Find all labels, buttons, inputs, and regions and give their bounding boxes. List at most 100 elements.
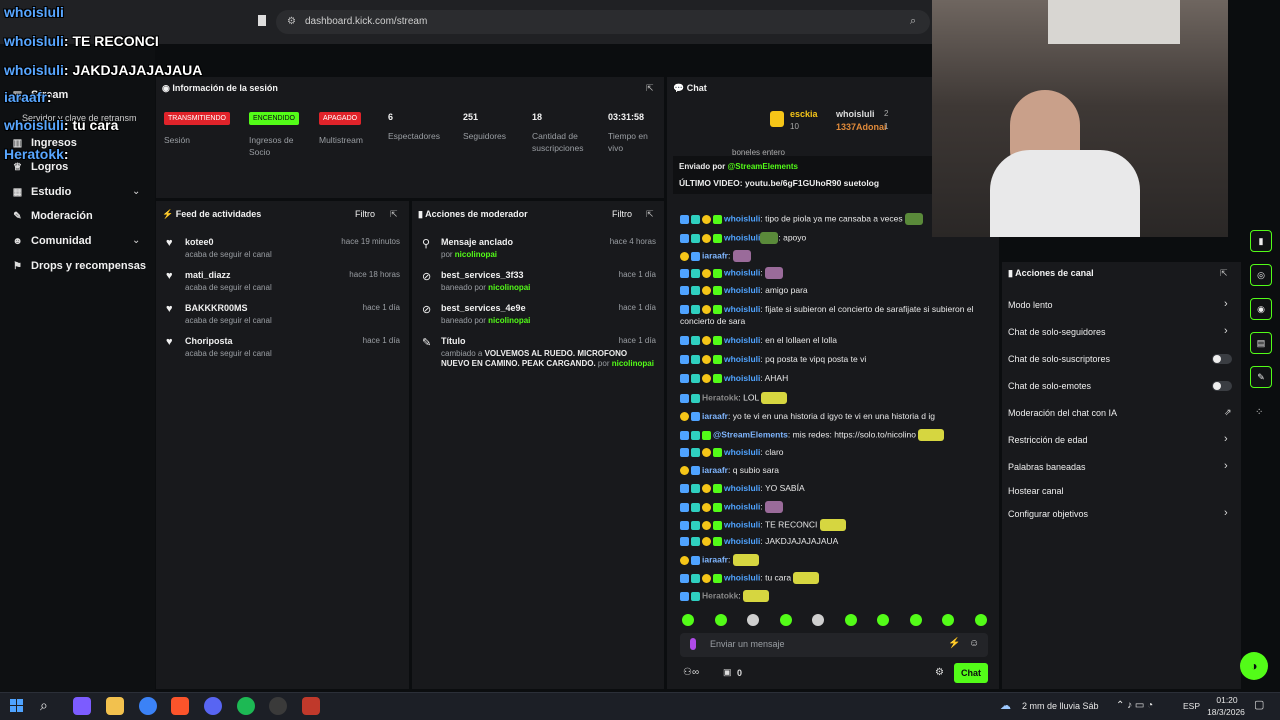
mic-icon[interactable] <box>690 638 696 650</box>
emote[interactable] <box>714 614 727 626</box>
chat-message: Heratokk: <box>680 590 980 602</box>
url-text[interactable]: dashboard.kick.com/stream <box>305 16 427 27</box>
users-icon: ☻ <box>12 235 23 247</box>
channel-action-banned-words[interactable]: Palabras baneadas <box>1008 462 1086 472</box>
search-icon[interactable]: ⌕ <box>40 697 48 714</box>
users-icon[interactable]: ⚇∞ <box>683 667 699 678</box>
mod-item-time: hace 4 horas <box>609 237 656 246</box>
clock-time[interactable]: 01:20 <box>1210 695 1244 705</box>
sidebar-item-logros[interactable]: ♕ Logros <box>12 161 68 173</box>
weather-text[interactable]: 2 mm de lluvia Sáb <box>1022 701 1099 711</box>
obs-icon[interactable] <box>269 697 287 715</box>
feed-item-name[interactable]: Choriposta <box>185 336 233 346</box>
wrench-icon[interactable]: ✎ <box>1250 366 1272 388</box>
clipboard-icon[interactable]: ▤ <box>1250 332 1272 354</box>
channel-action-age-restriction[interactable]: Restricción de edad <box>1008 435 1088 445</box>
emotes-only-toggle[interactable] <box>1212 381 1232 391</box>
external-link-icon[interactable]: ⇗ <box>1224 407 1232 418</box>
folder-icon[interactable] <box>106 697 124 715</box>
emote[interactable] <box>974 614 987 626</box>
chevron-right-icon[interactable]: › <box>1224 298 1228 310</box>
activity-feed-title: ⚡ Feed de actividades <box>162 209 262 219</box>
send-chat-button[interactable]: Chat <box>954 663 988 683</box>
chat-icon[interactable]: ◎ <box>1250 264 1272 286</box>
pinned-text: ÚLTIMO VIDEO: youtu.be/6gF1GUhoR90 sueto… <box>679 178 880 188</box>
more-icon[interactable]: ⁘ <box>1255 407 1263 418</box>
brave-icon[interactable] <box>171 697 189 715</box>
filter-button[interactable]: Filtro <box>612 209 632 219</box>
trophy-icon: ♕ <box>13 161 22 173</box>
copilot-icon[interactable] <box>73 697 91 715</box>
chevron-right-icon[interactable]: › <box>1224 433 1228 445</box>
support-icon[interactable]: ◑ <box>1240 652 1268 680</box>
emote[interactable] <box>682 614 694 626</box>
bookmark-icon[interactable] <box>258 15 266 26</box>
chat-message: whoisluli: YO SABÍA <box>680 483 980 494</box>
broadcast-icon[interactable]: ◉ <box>1250 298 1272 320</box>
mod-item-desc: cambiado a VOLVEMOS AL RUEDO. MICROFONO … <box>441 349 654 368</box>
top-user-name[interactable]: esckia <box>790 109 818 119</box>
top-user-count: 1 <box>884 122 889 131</box>
commands-icon[interactable]: ⚡ <box>948 638 960 649</box>
app-icon[interactable] <box>302 697 320 715</box>
top-user-count: 10 <box>790 122 799 131</box>
site-info-icon[interactable]: ⚙ <box>287 16 296 27</box>
discord-icon[interactable] <box>204 697 222 715</box>
chevron-right-icon[interactable]: › <box>1224 460 1228 472</box>
channel-action-followers-only[interactable]: Chat de solo-seguidores <box>1008 327 1106 337</box>
wrench-icon: ✎ <box>13 210 22 222</box>
chevron-down-icon[interactable]: ⌄ <box>132 186 140 197</box>
popout-icon[interactable]: ⇱ <box>390 209 398 220</box>
mod-item-name: Título <box>441 336 466 346</box>
notification-icon[interactable]: ▢ <box>1254 698 1264 711</box>
mod-item-desc: por nicolinopai <box>441 250 498 259</box>
chevron-right-icon[interactable]: › <box>1224 325 1228 337</box>
channel-action-goals[interactable]: Configurar objetivos <box>1008 509 1088 519</box>
filter-button[interactable]: Filtro <box>355 209 375 219</box>
mod-item-name[interactable]: best_services_3f33 <box>441 270 524 280</box>
clock-date[interactable]: 18/3/2026 <box>1204 707 1248 717</box>
sidebar-item-estudio[interactable]: ▦ Estudio <box>12 186 72 198</box>
emote[interactable] <box>844 614 857 626</box>
chevron-down-icon[interactable]: ⌄ <box>132 235 140 246</box>
gear-icon[interactable]: ⚙ <box>935 667 944 678</box>
emote <box>793 572 820 584</box>
chat-message: whoisluli: JAKDJAJAJAJAUA <box>680 536 980 547</box>
feed-item-name[interactable]: mati_diazz <box>185 270 231 280</box>
channel-action-slow-mode[interactable]: Modo lento <box>1008 300 1053 310</box>
emote[interactable] <box>909 614 922 626</box>
sidebar-item-drops[interactable]: ⚑ Drops y recompensas <box>12 260 146 272</box>
subscribers-only-toggle[interactable] <box>1212 354 1232 364</box>
channel-action-ai-moderation[interactable]: Moderación del chat con IA <box>1008 408 1117 418</box>
tray-icons[interactable]: ⌃ ♪ ▭ ◔ <box>1116 700 1153 711</box>
rail-button[interactable]: ▮ <box>1250 230 1272 252</box>
webcam-poster <box>1048 0 1180 44</box>
feed-item-name[interactable]: kotee0 <box>185 237 214 247</box>
sidebar-item-moderacion[interactable]: ✎ Moderación <box>12 210 92 222</box>
emote[interactable] <box>812 614 825 626</box>
mod-item-name[interactable]: best_services_4e9e <box>441 303 526 313</box>
language-indicator[interactable]: ESP <box>1183 701 1200 711</box>
sidebar-item-comunidad[interactable]: ☻ Comunidad <box>12 235 91 247</box>
windows-start-icon[interactable] <box>10 699 24 713</box>
stat-value-viewers: 6 <box>388 112 394 122</box>
channel-action-host[interactable]: Hostear canal <box>1008 486 1064 496</box>
emote[interactable] <box>779 614 792 626</box>
emote-bar <box>682 614 987 628</box>
feed-item-name[interactable]: BAKKKR00MS <box>185 303 248 313</box>
spotify-icon[interactable] <box>237 697 255 715</box>
popout-icon[interactable]: ⇱ <box>646 83 654 94</box>
chevron-right-icon[interactable]: › <box>1224 507 1228 519</box>
emote[interactable] <box>877 614 890 626</box>
top-user-name[interactable]: whoisluli <box>836 109 875 119</box>
emoji-icon[interactable]: ☺ <box>969 638 979 649</box>
zoom-icon[interactable]: ⌕ <box>910 15 916 28</box>
popout-icon[interactable]: ⇱ <box>1220 268 1228 279</box>
top-user-name[interactable]: 1337Adonai <box>836 122 887 132</box>
browser-icon[interactable] <box>139 697 157 715</box>
emote[interactable] <box>747 614 760 626</box>
studio-icon: ▦ <box>12 186 23 198</box>
popout-icon[interactable]: ⇱ <box>646 209 654 220</box>
chat-message: whoisluli: claro <box>680 447 980 458</box>
emote[interactable] <box>942 614 955 626</box>
